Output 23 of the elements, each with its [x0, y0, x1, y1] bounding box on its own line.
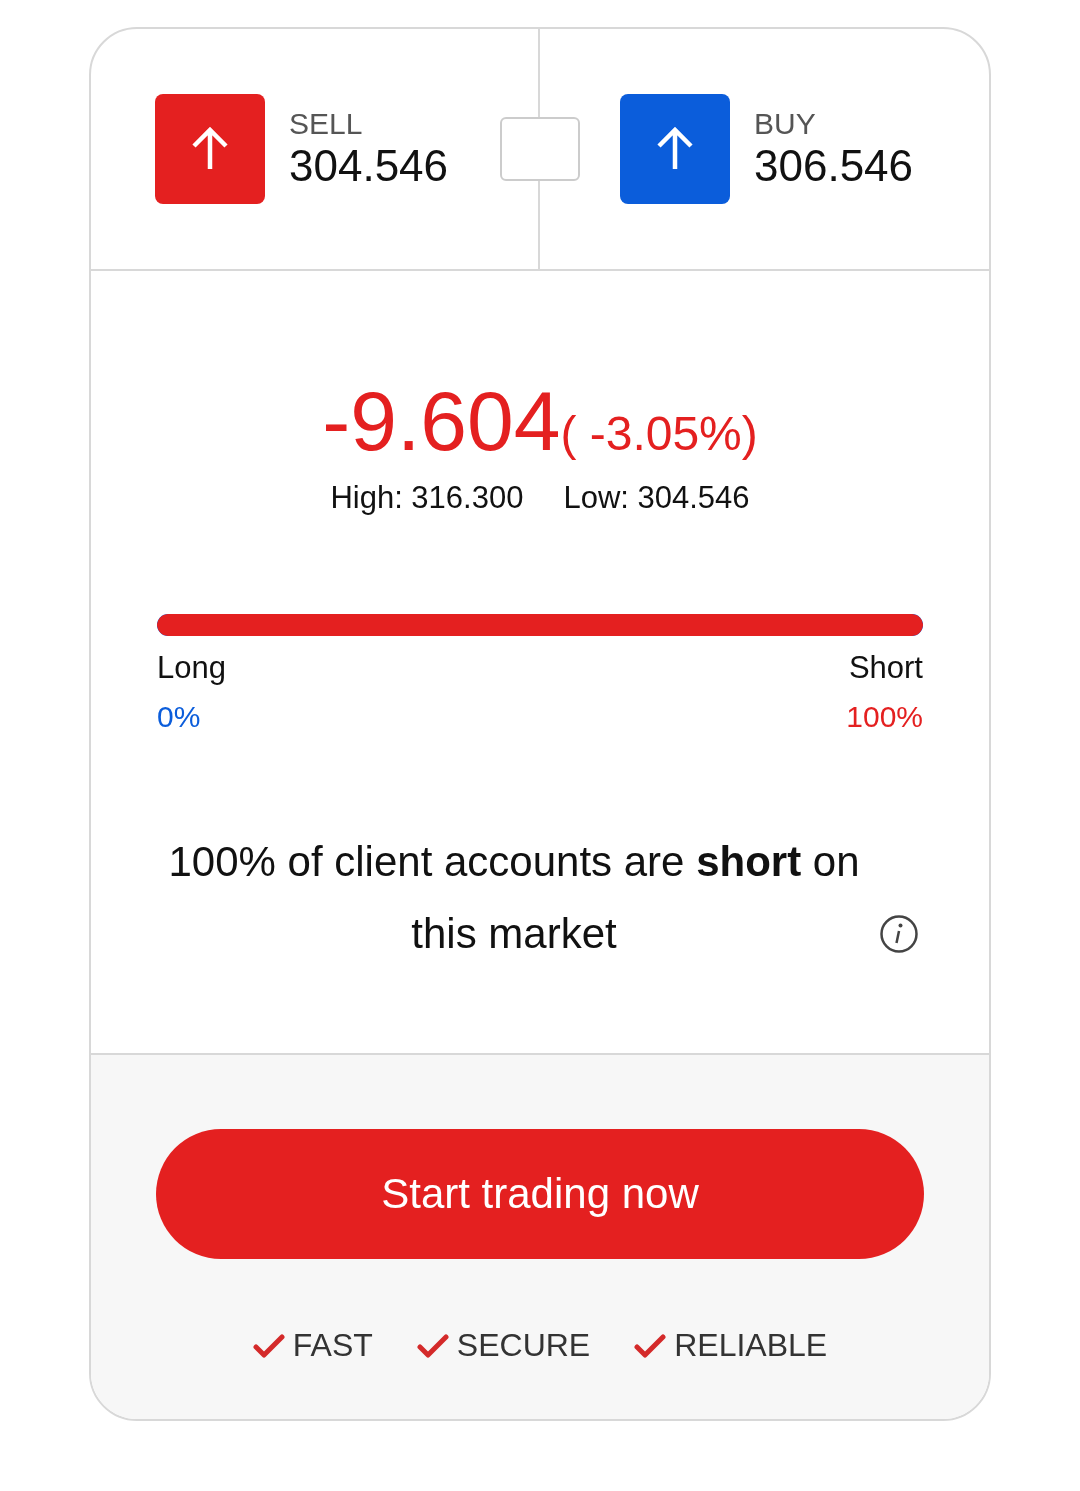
- check-icon: [252, 1332, 285, 1359]
- sell-button[interactable]: [155, 94, 265, 204]
- side-label: SELL: [289, 107, 364, 141]
- short-label: Short: [848, 650, 923, 686]
- feature-label: RELIABLE: [674, 1327, 828, 1364]
- check-icon: [634, 1332, 667, 1359]
- price: 304.546: [289, 141, 449, 191]
- buy-button[interactable]: [620, 94, 730, 204]
- long-label: Long: [157, 650, 226, 686]
- sentiment-statement: 100% of client accounts are short on this market: [167, 837, 861, 959]
- feature-label: FAST: [292, 1327, 373, 1364]
- short-percent: 100%: [846, 700, 923, 734]
- check-icon: [416, 1332, 449, 1359]
- feature-label: SECURE: [456, 1327, 591, 1364]
- high-value: High: 316.300: [330, 480, 524, 516]
- low-value: Low: 304.546: [563, 480, 750, 516]
- price: 306.546: [754, 141, 914, 191]
- start-trading-button[interactable]: Start trading now: [156, 1129, 924, 1259]
- long-percent: 0%: [157, 700, 202, 734]
- side-label: BUY: [754, 107, 817, 141]
- change-value: -9.604: [322, 373, 561, 470]
- info-icon[interactable]: [878, 914, 919, 954]
- change-percent: ( -3.05%): [560, 406, 758, 461]
